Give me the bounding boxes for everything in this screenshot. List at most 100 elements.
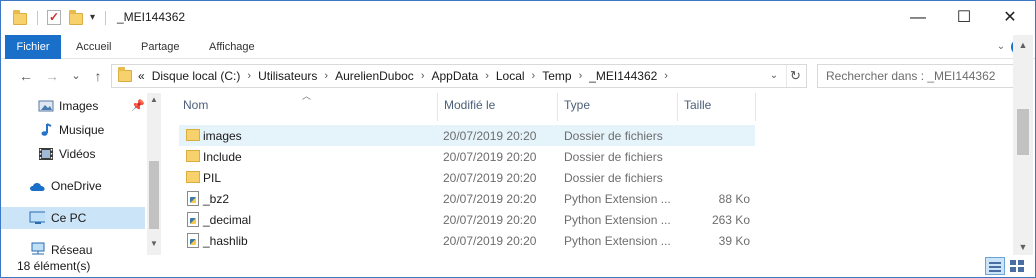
file-row-pil[interactable]: PIL 20/07/2019 20:20 Dossier de fichiers bbox=[179, 167, 755, 188]
column-divider[interactable] bbox=[557, 93, 558, 121]
large-icons-icon bbox=[1010, 260, 1024, 272]
scroll-down-icon[interactable]: ▼ bbox=[147, 237, 161, 251]
python-extension-icon bbox=[187, 233, 199, 248]
column-divider[interactable] bbox=[677, 93, 678, 121]
file-list: ︿ Nom Modifié le Type Taille images 20/0… bbox=[163, 91, 1013, 255]
scroll-up-icon[interactable]: ▲ bbox=[1013, 37, 1033, 53]
item-count: 18 élément(s) bbox=[17, 259, 91, 273]
file-size: 39 Ko bbox=[718, 234, 750, 248]
file-name: _decimal bbox=[203, 213, 252, 227]
chevron-right-icon[interactable]: › bbox=[485, 70, 489, 82]
expand-ribbon-icon[interactable]: ⌄ bbox=[995, 41, 1007, 53]
divider bbox=[105, 11, 106, 25]
sidebar-item-videos[interactable]: Vidéos bbox=[1, 143, 145, 165]
file-name: Include bbox=[203, 150, 242, 164]
file-name: PIL bbox=[203, 171, 222, 185]
scroll-down-icon[interactable]: ▼ bbox=[1013, 239, 1033, 255]
videos-icon bbox=[39, 148, 53, 160]
column-header-date[interactable]: Modifié le bbox=[444, 98, 495, 112]
music-icon bbox=[41, 123, 52, 136]
sidebar-item-ce-pc[interactable]: Ce PC bbox=[1, 207, 145, 229]
python-extension-icon bbox=[187, 191, 199, 206]
chevron-right-icon[interactable]: › bbox=[421, 70, 425, 82]
back-button[interactable]: ← bbox=[17, 67, 35, 85]
chevron-right-icon[interactable]: › bbox=[532, 70, 536, 82]
file-row-decimal[interactable]: _decimal 20/07/2019 20:20 Python Extensi… bbox=[179, 209, 755, 230]
search-placeholder: Rechercher dans : _MEI144362 bbox=[826, 69, 996, 83]
pin-icon[interactable]: 📌 bbox=[131, 99, 145, 112]
column-header-type[interactable]: Type bbox=[564, 98, 590, 112]
forward-button[interactable]: → bbox=[43, 67, 61, 85]
scrollbar-thumb[interactable] bbox=[149, 161, 159, 229]
column-header-name[interactable]: Nom bbox=[183, 98, 208, 112]
python-extension-icon bbox=[187, 212, 199, 227]
column-header-size[interactable]: Taille bbox=[684, 98, 711, 112]
sidebar-item-onedrive[interactable]: OneDrive bbox=[1, 175, 145, 197]
column-divider[interactable] bbox=[437, 93, 438, 121]
scrollbar-thumb[interactable] bbox=[1017, 109, 1029, 155]
network-icon bbox=[31, 242, 45, 255]
file-row-hashlib[interactable]: _hashlib 20/07/2019 20:20 Python Extensi… bbox=[179, 230, 755, 251]
file-date: 20/07/2019 20:20 bbox=[443, 234, 537, 248]
folder-icon bbox=[186, 171, 200, 183]
address-bar[interactable]: « Disque local (C:) › Utilisateurs › Aur… bbox=[111, 64, 807, 88]
breadcrumb-utilisateurs[interactable]: Utilisateurs bbox=[258, 69, 317, 83]
close-button[interactable]: ✕ bbox=[987, 1, 1033, 35]
new-folder-icon[interactable] bbox=[69, 10, 83, 25]
details-view-button[interactable] bbox=[985, 257, 1005, 275]
large-icons-view-button[interactable] bbox=[1007, 257, 1027, 275]
folder-icon bbox=[186, 129, 200, 141]
tab-fichier[interactable]: Fichier bbox=[5, 35, 61, 59]
address-history-icon[interactable]: ⌄ bbox=[766, 65, 782, 87]
chevron-right-icon[interactable]: › bbox=[579, 70, 583, 82]
breadcrumb-disque-local[interactable]: Disque local (C:) bbox=[152, 69, 241, 83]
divider bbox=[37, 11, 38, 25]
properties-icon[interactable]: ✓ bbox=[47, 10, 61, 25]
file-date: 20/07/2019 20:20 bbox=[443, 171, 537, 185]
column-divider[interactable] bbox=[755, 93, 756, 121]
sidebar-item-label: Vidéos bbox=[59, 147, 96, 161]
file-row-bz2[interactable]: _bz2 20/07/2019 20:20 Python Extension .… bbox=[179, 188, 755, 209]
sort-ascending-icon: ︿ bbox=[302, 91, 312, 101]
tab-accueil[interactable]: Accueil bbox=[76, 35, 111, 59]
breadcrumb-user[interactable]: AurelienDuboc bbox=[335, 69, 414, 83]
breadcrumb-local[interactable]: Local bbox=[496, 69, 525, 83]
file-name: images bbox=[203, 129, 242, 143]
file-row-images[interactable]: images 20/07/2019 20:20 Dossier de fichi… bbox=[179, 125, 755, 146]
sidebar-item-musique[interactable]: Musique bbox=[1, 119, 145, 141]
breadcrumb-overflow[interactable]: « bbox=[138, 69, 145, 83]
chevron-right-icon[interactable]: › bbox=[664, 70, 668, 82]
breadcrumb-temp[interactable]: Temp bbox=[542, 69, 571, 83]
file-type: Dossier de fichiers bbox=[564, 129, 663, 143]
maximize-button[interactable]: ☐ bbox=[941, 1, 987, 35]
file-size: 263 Ko bbox=[711, 213, 750, 227]
recent-locations-button[interactable]: ⌄ bbox=[67, 67, 85, 85]
file-type: Python Extension ... bbox=[564, 192, 671, 206]
customize-quick-access-icon[interactable]: ▾ bbox=[90, 12, 95, 23]
file-type: Python Extension ... bbox=[564, 234, 671, 248]
file-row-include[interactable]: Include 20/07/2019 20:20 Dossier de fich… bbox=[179, 146, 755, 167]
ribbon: Fichier Accueil Partage Affichage ⌄ ? bbox=[1, 35, 1035, 59]
file-type: Dossier de fichiers bbox=[564, 171, 663, 185]
file-type: Python Extension ... bbox=[564, 213, 671, 227]
folder-icon bbox=[118, 67, 132, 82]
chevron-right-icon[interactable]: › bbox=[324, 70, 328, 82]
sidebar-item-images[interactable]: Images 📌 bbox=[1, 95, 145, 117]
status-bar: 18 élément(s) bbox=[1, 255, 1035, 277]
onedrive-icon bbox=[30, 183, 45, 191]
breadcrumb-current[interactable]: _MEI144362 bbox=[589, 69, 657, 83]
sidebar-item-label: Images bbox=[59, 99, 99, 113]
search-input[interactable]: Rechercher dans : _MEI144362 bbox=[817, 64, 1027, 88]
file-name: _bz2 bbox=[203, 192, 230, 206]
breadcrumb-appdata[interactable]: AppData bbox=[431, 69, 478, 83]
scroll-up-icon[interactable]: ▲ bbox=[147, 93, 161, 107]
sidebar-scrollbar[interactable]: ▲ ▼ bbox=[147, 93, 161, 255]
images-icon bbox=[38, 100, 54, 112]
tab-affichage[interactable]: Affichage bbox=[209, 35, 255, 59]
up-button[interactable]: ↑ bbox=[89, 67, 107, 85]
chevron-right-icon[interactable]: › bbox=[247, 70, 251, 82]
minimize-button[interactable]: — bbox=[895, 1, 941, 35]
file-list-scrollbar[interactable]: ▲ ▼ bbox=[1013, 35, 1033, 255]
refresh-icon[interactable]: ↻ bbox=[786, 65, 804, 87]
tab-partage[interactable]: Partage bbox=[141, 35, 180, 59]
